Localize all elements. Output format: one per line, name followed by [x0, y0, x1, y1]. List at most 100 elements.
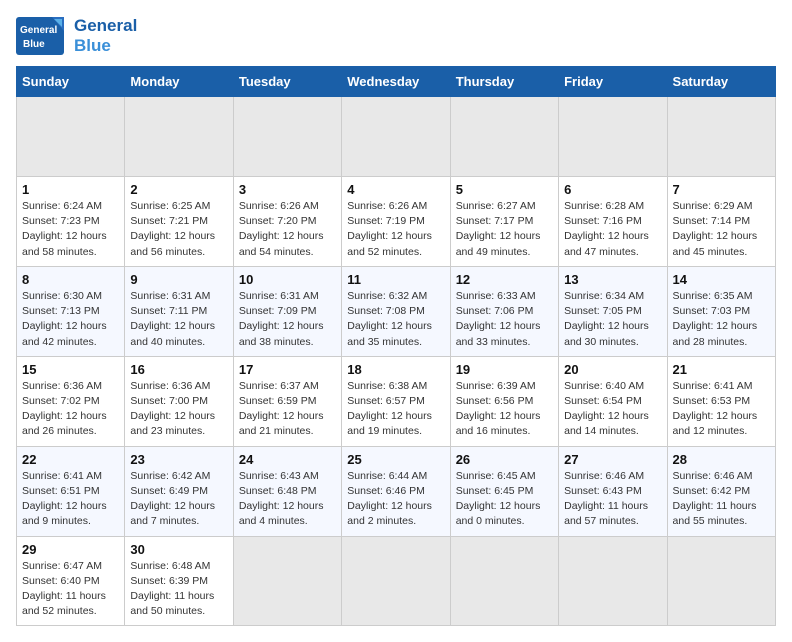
table-cell: 15 Sunrise: 6:36 AMSunset: 7:02 PMDayligh…: [17, 356, 125, 446]
day-number: 25: [347, 452, 444, 467]
day-number: 1: [22, 182, 119, 197]
table-cell: [450, 536, 558, 626]
logo: General Blue General Blue: [16, 16, 137, 56]
table-cell: 21 Sunrise: 6:41 AMSunset: 6:53 PMDayligh…: [667, 356, 775, 446]
day-number: 15: [22, 362, 119, 377]
week-row-2: 8 Sunrise: 6:30 AMSunset: 7:13 PMDaylight…: [17, 266, 776, 356]
table-cell: 20 Sunrise: 6:40 AMSunset: 6:54 PMDayligh…: [559, 356, 667, 446]
logo-general: General: [74, 16, 137, 36]
week-row-3: 15 Sunrise: 6:36 AMSunset: 7:02 PMDayligh…: [17, 356, 776, 446]
day-info: Sunrise: 6:27 AMSunset: 7:17 PMDaylight:…: [456, 199, 553, 260]
day-number: 13: [564, 272, 661, 287]
day-info: Sunrise: 6:41 AMSunset: 6:53 PMDaylight:…: [673, 379, 770, 440]
table-cell: 30Sunrise: 6:48 AMSunset: 6:39 PMDayligh…: [125, 536, 233, 626]
svg-text:Blue: Blue: [23, 39, 45, 50]
header-tuesday: Tuesday: [233, 67, 341, 97]
day-info: Sunrise: 6:47 AMSunset: 6:40 PMDaylight:…: [22, 559, 119, 620]
table-cell: [559, 536, 667, 626]
day-info: Sunrise: 6:38 AMSunset: 6:57 PMDaylight:…: [347, 379, 444, 440]
table-cell: [667, 97, 775, 177]
day-number: 16: [130, 362, 227, 377]
day-number: 11: [347, 272, 444, 287]
table-cell: 25 Sunrise: 6:44 AMSunset: 6:46 PMDayligh…: [342, 446, 450, 536]
day-number: 14: [673, 272, 770, 287]
day-number: 24: [239, 452, 336, 467]
table-cell: 12 Sunrise: 6:33 AMSunset: 7:06 PMDayligh…: [450, 266, 558, 356]
day-info: Sunrise: 6:34 AMSunset: 7:05 PMDaylight:…: [564, 289, 661, 350]
table-cell: 1 Sunrise: 6:24 AMSunset: 7:23 PMDaylight…: [17, 177, 125, 267]
day-number: 12: [456, 272, 553, 287]
table-cell: 3 Sunrise: 6:26 AMSunset: 7:20 PMDaylight…: [233, 177, 341, 267]
day-number: 20: [564, 362, 661, 377]
day-info: Sunrise: 6:45 AMSunset: 6:45 PMDaylight:…: [456, 469, 553, 530]
header-monday: Monday: [125, 67, 233, 97]
table-cell: 17 Sunrise: 6:37 AMSunset: 6:59 PMDayligh…: [233, 356, 341, 446]
table-cell: 24Sunrise: 6:43 AMSunset: 6:48 PMDayligh…: [233, 446, 341, 536]
table-cell: 10Sunrise: 6:31 AMSunset: 7:09 PMDayligh…: [233, 266, 341, 356]
day-number: 3: [239, 182, 336, 197]
day-info: Sunrise: 6:44 AMSunset: 6:46 PMDaylight:…: [347, 469, 444, 530]
table-cell: 8 Sunrise: 6:30 AMSunset: 7:13 PMDaylight…: [17, 266, 125, 356]
day-number: 30: [130, 542, 227, 557]
header-thursday: Thursday: [450, 67, 558, 97]
table-cell: 7Sunrise: 6:29 AMSunset: 7:14 PMDaylight…: [667, 177, 775, 267]
svg-text:General: General: [20, 25, 57, 36]
week-row-4: 22 Sunrise: 6:41 AMSunset: 6:51 PMDayligh…: [17, 446, 776, 536]
day-number: 19: [456, 362, 553, 377]
day-info: Sunrise: 6:39 AMSunset: 6:56 PMDaylight:…: [456, 379, 553, 440]
header-row: SundayMondayTuesdayWednesdayThursdayFrid…: [17, 67, 776, 97]
day-info: Sunrise: 6:24 AMSunset: 7:23 PMDaylight:…: [22, 199, 119, 260]
day-number: 21: [673, 362, 770, 377]
day-info: Sunrise: 6:36 AMSunset: 7:02 PMDaylight:…: [22, 379, 119, 440]
day-info: Sunrise: 6:32 AMSunset: 7:08 PMDaylight:…: [347, 289, 444, 350]
day-info: Sunrise: 6:41 AMSunset: 6:51 PMDaylight:…: [22, 469, 119, 530]
day-number: 18: [347, 362, 444, 377]
table-cell: 9 Sunrise: 6:31 AMSunset: 7:11 PMDaylight…: [125, 266, 233, 356]
table-cell: 29Sunrise: 6:47 AMSunset: 6:40 PMDayligh…: [17, 536, 125, 626]
page-header: General Blue General Blue: [16, 16, 776, 56]
calendar-table: SundayMondayTuesdayWednesdayThursdayFrid…: [16, 66, 776, 626]
table-cell: 11 Sunrise: 6:32 AMSunset: 7:08 PMDayligh…: [342, 266, 450, 356]
day-info: Sunrise: 6:40 AMSunset: 6:54 PMDaylight:…: [564, 379, 661, 440]
day-info: Sunrise: 6:42 AMSunset: 6:49 PMDaylight:…: [130, 469, 227, 530]
day-info: Sunrise: 6:36 AMSunset: 7:00 PMDaylight:…: [130, 379, 227, 440]
table-cell: [342, 97, 450, 177]
table-cell: [233, 97, 341, 177]
day-info: Sunrise: 6:31 AMSunset: 7:09 PMDaylight:…: [239, 289, 336, 350]
table-cell: 23 Sunrise: 6:42 AMSunset: 6:49 PMDayligh…: [125, 446, 233, 536]
table-cell: 13 Sunrise: 6:34 AMSunset: 7:05 PMDayligh…: [559, 266, 667, 356]
day-info: Sunrise: 6:37 AMSunset: 6:59 PMDaylight:…: [239, 379, 336, 440]
table-cell: [17, 97, 125, 177]
day-number: 6: [564, 182, 661, 197]
table-cell: [450, 97, 558, 177]
day-info: Sunrise: 6:33 AMSunset: 7:06 PMDaylight:…: [456, 289, 553, 350]
day-number: 17: [239, 362, 336, 377]
day-info: Sunrise: 6:25 AMSunset: 7:21 PMDaylight:…: [130, 199, 227, 260]
day-number: 4: [347, 182, 444, 197]
table-cell: 2 Sunrise: 6:25 AMSunset: 7:21 PMDaylight…: [125, 177, 233, 267]
table-cell: 18 Sunrise: 6:38 AMSunset: 6:57 PMDayligh…: [342, 356, 450, 446]
day-info: Sunrise: 6:28 AMSunset: 7:16 PMDaylight:…: [564, 199, 661, 260]
table-cell: 19 Sunrise: 6:39 AMSunset: 6:56 PMDayligh…: [450, 356, 558, 446]
day-number: 28: [673, 452, 770, 467]
day-info: Sunrise: 6:30 AMSunset: 7:13 PMDaylight:…: [22, 289, 119, 350]
logo-blue: Blue: [74, 36, 137, 56]
day-info: Sunrise: 6:35 AMSunset: 7:03 PMDaylight:…: [673, 289, 770, 350]
day-info: Sunrise: 6:26 AMSunset: 7:20 PMDaylight:…: [239, 199, 336, 260]
table-cell: [667, 536, 775, 626]
day-number: 22: [22, 452, 119, 467]
day-number: 23: [130, 452, 227, 467]
week-row-0: [17, 97, 776, 177]
day-number: 8: [22, 272, 119, 287]
table-cell: 28Sunrise: 6:46 AMSunset: 6:42 PMDayligh…: [667, 446, 775, 536]
day-number: 2: [130, 182, 227, 197]
day-info: Sunrise: 6:29 AMSunset: 7:14 PMDaylight:…: [673, 199, 770, 260]
day-info: Sunrise: 6:31 AMSunset: 7:11 PMDaylight:…: [130, 289, 227, 350]
day-number: 9: [130, 272, 227, 287]
header-sunday: Sunday: [17, 67, 125, 97]
week-row-1: 1 Sunrise: 6:24 AMSunset: 7:23 PMDaylight…: [17, 177, 776, 267]
table-cell: 26Sunrise: 6:45 AMSunset: 6:45 PMDayligh…: [450, 446, 558, 536]
table-cell: 6 Sunrise: 6:28 AMSunset: 7:16 PMDaylight…: [559, 177, 667, 267]
table-cell: [342, 536, 450, 626]
table-cell: 22 Sunrise: 6:41 AMSunset: 6:51 PMDayligh…: [17, 446, 125, 536]
